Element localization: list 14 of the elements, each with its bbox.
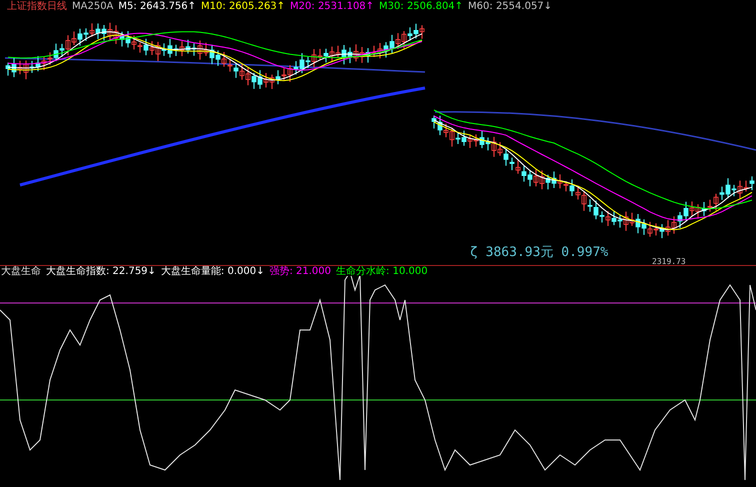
indicator-label: 强势: 21.000 (269, 265, 332, 278)
indicator-label: M5: 2643.756↑ (118, 0, 196, 12)
indicator-label: M30: 2506.804↑ (379, 0, 464, 12)
indicator-label: 大盘生命量能: 0.000↓ (160, 265, 264, 278)
indicator-label: 生命分水岭: 10.000 (336, 265, 428, 278)
low-price-marker: 2319.73 (652, 257, 686, 265)
indicator-label: M10: 2605.263↑ (201, 0, 286, 12)
indicator-label: M60: 2554.057↓ (468, 0, 552, 12)
high-price-marker: ζ 3863.93元 0.997% (470, 245, 608, 260)
indicator-label: MA250A (72, 0, 114, 12)
chart-title: 上证指数日线 (7, 0, 67, 13)
indicator-label: M20: 2531.108↑ (290, 0, 374, 12)
indicator-label: 大盘生命指数: 22.759↓ (46, 265, 156, 278)
indicator-title: 大盘生命 (1, 265, 41, 278)
